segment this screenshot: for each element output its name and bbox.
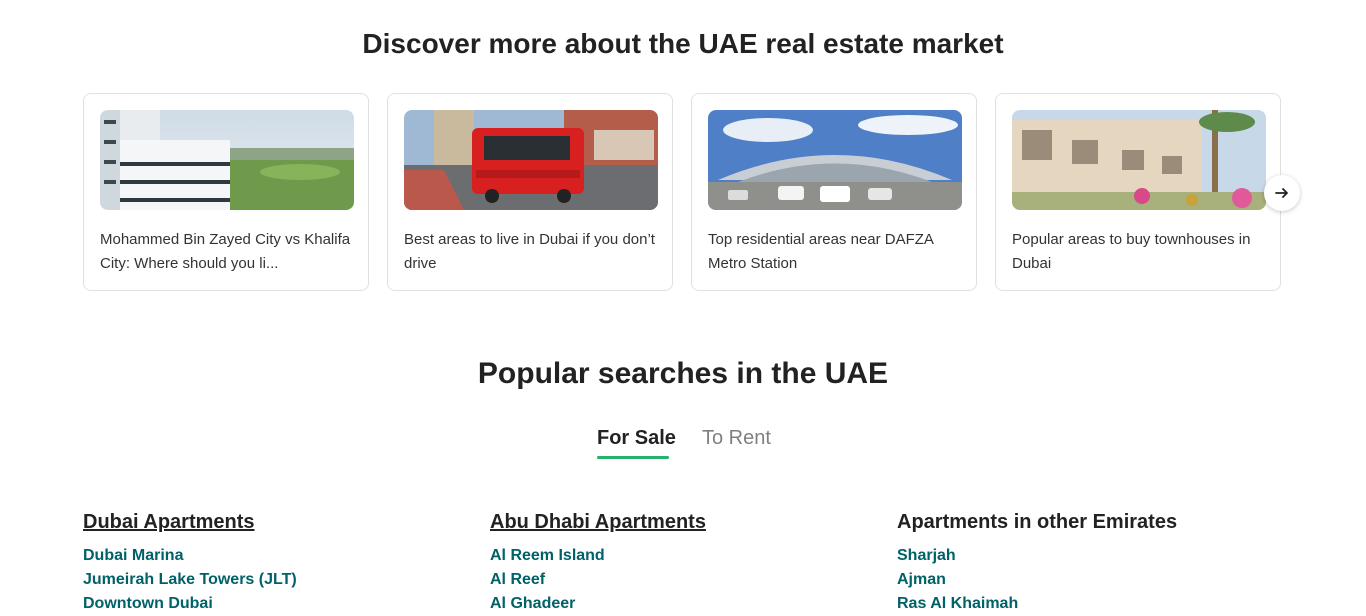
other-emirates-column: Apartments in other Emirates Sharjah Ajm… [897,508,1277,616]
search-link[interactable]: Downtown Dubai [83,592,463,616]
arrow-right-icon [1275,188,1288,198]
search-link[interactable]: Sharjah [897,544,1277,568]
article-card[interactable]: Best areas to live in Dubai if you don’t… [387,93,673,291]
article-image [1012,110,1266,210]
column-heading-link[interactable]: Dubai Apartments [83,508,463,536]
article-card[interactable]: Popular areas to buy townhouses in Dubai [995,93,1281,291]
tab-for-sale[interactable]: For Sale [597,424,676,452]
search-link[interactable]: Al Reem Island [490,544,870,568]
column-heading: Apartments in other Emirates [897,511,1178,533]
article-title: Popular areas to buy townhouses in Dubai [1012,231,1251,272]
search-tabs: For Sale To Rent [0,424,1366,464]
article-image [100,110,354,210]
article-image [404,110,658,210]
popular-searches-heading: Popular searches in the UAE [477,357,889,390]
search-link[interactable]: Dubai Marina [83,544,463,568]
dubai-apartments-column: Dubai Apartments Dubai Marina Jumeirah L… [83,508,463,616]
search-link[interactable]: Ras Al Khaimah [897,592,1277,616]
article-carousel: Mohammed Bin Zayed City vs Khalifa City:… [83,93,1283,293]
article-card[interactable]: Mohammed Bin Zayed City vs Khalifa City:… [83,93,369,291]
article-title: Best areas to live in Dubai if you don’t… [404,231,655,272]
article-title: Mohammed Bin Zayed City vs Khalifa City:… [100,231,351,272]
article-image [708,110,962,210]
article-card[interactable]: Top residential areas near DAFZA Metro S… [691,93,977,291]
search-link[interactable]: Al Reef [490,568,870,592]
column-heading-link[interactable]: Abu Dhabi Apartments [490,508,870,536]
abu-dhabi-apartments-column: Abu Dhabi Apartments Al Reem Island Al R… [490,508,870,616]
search-link[interactable]: Jumeirah Lake Towers (JLT) [83,568,463,592]
tab-to-rent[interactable]: To Rent [702,424,771,452]
search-link[interactable]: Ajman [897,568,1277,592]
search-link[interactable]: Al Ghadeer [490,592,870,616]
carousel-next-button[interactable] [1264,175,1300,211]
active-tab-indicator [597,456,669,459]
discover-heading: Discover more about the UAE real estate … [362,28,1004,59]
article-title: Top residential areas near DAFZA Metro S… [708,231,934,272]
